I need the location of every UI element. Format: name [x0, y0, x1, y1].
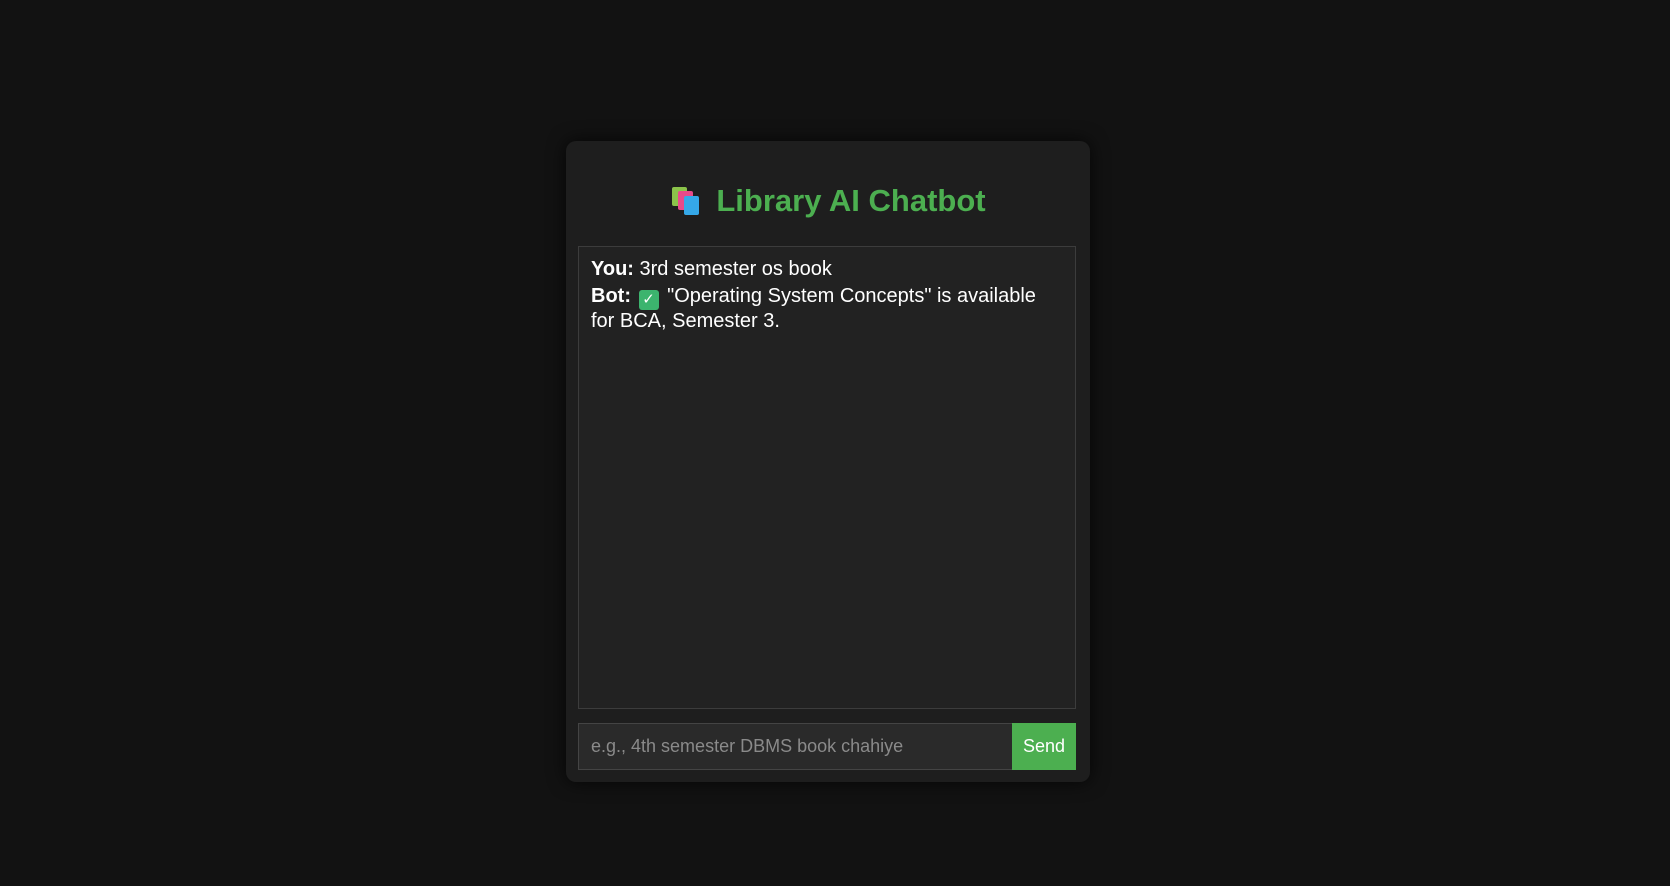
input-row: Send: [578, 723, 1076, 770]
chat-card: Library AI Chatbot You: 3rd semester os …: [566, 141, 1090, 782]
bot-sender-label: Bot:: [591, 285, 631, 307]
books-icon: [670, 186, 702, 216]
check-icon: ✓: [638, 290, 659, 310]
page-title: Library AI Chatbot: [566, 181, 1090, 221]
user-message-text: 3rd semester os book: [639, 258, 832, 280]
send-button[interactable]: Send: [1012, 723, 1076, 770]
message-input[interactable]: [578, 723, 1012, 770]
user-message: You: 3rd semester os book: [591, 258, 1063, 281]
user-sender-label: You:: [591, 258, 634, 280]
chat-box[interactable]: You: 3rd semester os book Bot: ✓ "Operat…: [578, 246, 1076, 709]
title-text: Library AI Chatbot: [716, 183, 986, 218]
bot-message: Bot: ✓ "Operating System Concepts" is av…: [591, 285, 1063, 333]
